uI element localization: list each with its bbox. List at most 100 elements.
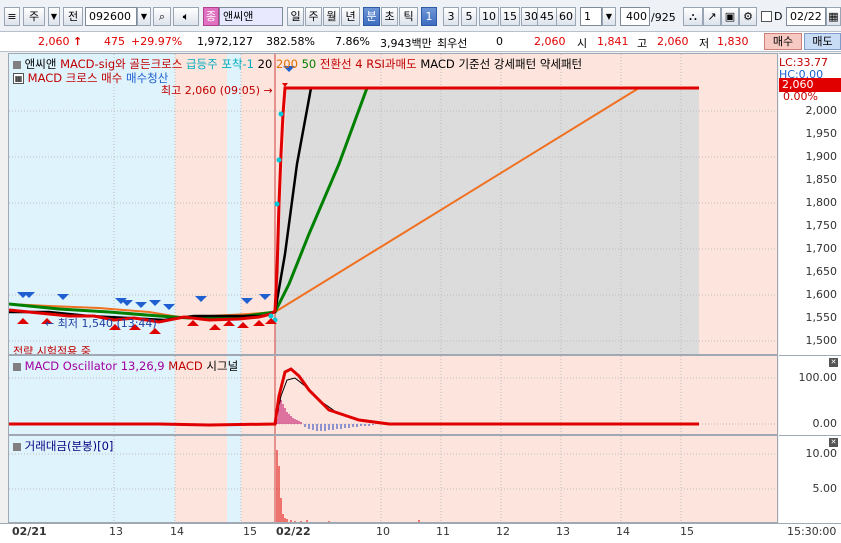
interval-1[interactable]: 1 [421, 7, 437, 26]
y-tick: 1,750 [805, 219, 838, 232]
prefix-button[interactable]: 전 [63, 7, 83, 26]
period-week[interactable]: 주 [305, 7, 322, 26]
y-tick: 1,500 [805, 334, 838, 347]
search-icon[interactable]: ⌕ [153, 7, 171, 26]
menu-icon[interactable]: ≡ [4, 7, 20, 26]
legend-macd-oscillator[interactable]: MACD Oscillator 13,26,9 [25, 359, 165, 373]
multiplier-input[interactable]: 1 [580, 7, 602, 26]
market-select[interactable]: 주 [23, 7, 45, 26]
interval-15[interactable]: 15 [500, 7, 520, 26]
volume-y-axis: 10.00 5.00 ✕ [779, 435, 841, 523]
x-label: 13 [109, 525, 123, 538]
legend-weak[interactable]: 약세패턴 [540, 57, 582, 71]
calendar-icon[interactable]: ▦ [826, 7, 841, 26]
high-note: 최고 2,060 (09:05) → [161, 84, 273, 97]
period-minute[interactable]: 분 [363, 7, 380, 26]
period-day[interactable]: 일 [287, 7, 304, 26]
interval-60[interactable]: 60 [556, 7, 576, 26]
y-tick: 1,850 [805, 173, 838, 186]
legend-surge[interactable]: 급등주 포착-1 [186, 57, 254, 71]
total-count: /925 [651, 11, 676, 24]
legend-rsi[interactable]: RSI과매도 [366, 57, 416, 71]
legend-conversion[interactable]: 전환선 4 [320, 57, 363, 71]
price-pane[interactable]: 앤씨앤 MACD-sig와 골든크로스 급등주 포착-1 20 200 50 전… [8, 53, 778, 355]
interval-10[interactable]: 10 [479, 7, 499, 26]
macd-close-icon[interactable]: ✕ [829, 358, 838, 367]
x-label: 13 [556, 525, 570, 538]
speaker-icon[interactable]: 🔈︎ [173, 7, 199, 26]
count-input[interactable]: 400 [620, 7, 650, 26]
x-axis-time: 15:30:00 [787, 525, 837, 538]
y-tick: 1,650 [805, 265, 838, 278]
period-month[interactable]: 월 [323, 7, 340, 26]
y-tick: 2,000 [805, 104, 838, 117]
code-input[interactable]: 092600 [85, 7, 137, 26]
turnover-rate: 7.86% [335, 35, 370, 48]
d-checkbox[interactable] [761, 11, 772, 22]
shade-14h [175, 54, 227, 354]
period-second[interactable]: 초 [381, 7, 398, 26]
strategy-note: 전략 시험적용 중 [13, 345, 91, 355]
legend-trade-amount[interactable]: 거래대금(분봉)[0] [25, 439, 114, 453]
open-price: 1,841 [597, 35, 629, 48]
multiplier-dropdown-icon[interactable]: ▼ [602, 7, 616, 26]
change-rate: +29.97% [131, 35, 183, 48]
market-dropdown-icon[interactable]: ▼ [48, 7, 60, 26]
stock-name: 앤씨앤 [219, 7, 283, 26]
legend-macd-cross-buy[interactable]: MACD 크로스 매수 [28, 71, 123, 85]
legend-stock[interactable]: 앤씨앤 [25, 57, 57, 71]
pct-label: 0.00% [783, 90, 818, 103]
bid-value: 0 [496, 35, 503, 48]
legend-ma200[interactable]: 200 [276, 57, 298, 71]
price-y-axis: LC:33.77 HC:0.00 2,060 0.00% 2,000 1,950… [779, 53, 841, 355]
save-icon[interactable]: ▣ [721, 7, 739, 26]
legend-macd-sig[interactable]: MACD-sig와 골든크로스 [60, 57, 182, 71]
x-label: 12 [496, 525, 510, 538]
x-label: 10 [376, 525, 390, 538]
interval-45[interactable]: 45 [537, 7, 557, 26]
legend-swatch [13, 362, 21, 371]
low-note: ← 최저 1,540 (13:44) [45, 317, 157, 330]
period-year[interactable]: 년 [341, 7, 360, 26]
interval-3[interactable]: 3 [443, 7, 459, 26]
d-checkbox-label: D [774, 10, 783, 23]
x-label: 02/22 [276, 525, 311, 538]
sell-button[interactable]: 매도 [804, 33, 841, 50]
legend-macd-strong[interactable]: MACD 기준선 강세패턴 [420, 57, 536, 71]
legend-ma50[interactable]: 50 [302, 57, 317, 71]
trade-amount: 3,943백만 [380, 37, 432, 50]
vol-shade [175, 436, 227, 522]
x-label: 14 [170, 525, 184, 538]
legend-signal[interactable]: 시그널 [206, 359, 238, 373]
macd-y-axis: 100.00 0.00 ✕ [779, 355, 841, 435]
x-label: 02/21 [12, 525, 47, 538]
grid-icon[interactable]: ▦ [13, 73, 24, 84]
buy-button[interactable]: 매수 [764, 33, 802, 50]
volume-y-tick: 10.00 [805, 447, 838, 460]
chart-tools-icon[interactable]: ⛬ [683, 7, 703, 26]
y-tick: 1,950 [805, 127, 838, 140]
y-tick: 1,550 [805, 311, 838, 324]
volume-legend: 거래대금(분봉)[0] [13, 438, 113, 454]
volume-close-icon[interactable]: ✕ [829, 438, 838, 447]
gear-icon[interactable]: ⚙ [739, 7, 757, 26]
date-input[interactable]: 02/22 [786, 7, 826, 26]
x-label: 15 [680, 525, 694, 538]
period-tick[interactable]: 틱 [399, 7, 418, 26]
volume-pane[interactable]: 거래대금(분봉)[0] [8, 435, 778, 523]
current-price: 2,060 [534, 35, 566, 48]
legend-ma20[interactable]: 20 [258, 57, 273, 71]
x-label: 15 [243, 525, 257, 538]
x-label: 11 [436, 525, 450, 538]
macd-pane[interactable]: MACD Oscillator 13,26,9 MACD 시그널 [8, 355, 778, 435]
vol-shade [227, 436, 241, 522]
trend-icon[interactable]: ↗ [703, 7, 721, 26]
y-tick: 1,900 [805, 150, 838, 163]
code-dropdown-icon[interactable]: ▼ [137, 7, 151, 26]
chart-toolbar: ≡ 주 ▼ 전 092600 ▼ ⌕ 🔈︎ 종 앤씨앤 일 주 월 년 분 초 … [0, 0, 841, 32]
high-label: 고 [637, 37, 648, 50]
interval-5[interactable]: 5 [461, 7, 477, 26]
legend-macd[interactable]: MACD [168, 359, 202, 373]
right-arrow-icon: → [263, 84, 273, 97]
price-range-fill [275, 88, 699, 354]
